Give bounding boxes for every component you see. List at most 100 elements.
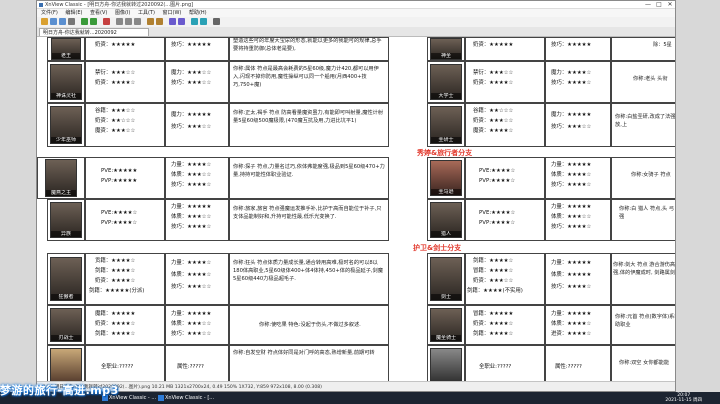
skill-line: 体质：★★★★★ — [551, 272, 592, 278]
stat-line: 谷籍：★★☆☆☆ — [473, 108, 514, 114]
character-portrait — [50, 348, 82, 381]
slideshow-icon[interactable] — [200, 18, 207, 25]
portrait-label: 猎人 — [431, 231, 461, 237]
fit-window-icon[interactable] — [134, 18, 141, 25]
menu-window[interactable]: 窗口(W) — [163, 10, 182, 16]
video-caption-overlay: 梦游的旅行-高进.mp3 — [0, 384, 119, 397]
skill-line: 力量：★★★★★ — [551, 311, 592, 317]
next-icon[interactable] — [90, 18, 97, 25]
description: 除：5星 — [653, 42, 672, 48]
app-icon — [39, 3, 43, 7]
character-portrait: 神圣 — [430, 38, 462, 60]
stat-line: 奶资：★★★★☆ — [473, 321, 514, 327]
skill-line: 力量：★★★★★ — [171, 311, 212, 317]
image-tab[interactable]: 明日方舟-你达我就转...2020092 — [39, 28, 149, 36]
stat-line: 剑籍：★★★★☆ — [473, 258, 514, 264]
delete-icon[interactable] — [103, 18, 110, 25]
description: 你称:白 猎人 符点,头 弓强 — [619, 206, 675, 220]
stat-line: PVP:★★★★☆ — [101, 220, 138, 226]
save-icon[interactable] — [59, 18, 66, 25]
tab-bar: 明日方舟-你达我就转...2020092 — [37, 27, 675, 37]
skill-line: 技巧：★★★☆☆ — [171, 284, 212, 290]
settings-icon[interactable] — [213, 18, 220, 25]
skill-line: 属性:????? — [177, 364, 204, 370]
portrait-label: 老王 — [52, 53, 80, 59]
status-bar: 41/79 明日方舟-你达我就转过2020092(...图片).png 10.2… — [37, 381, 675, 391]
menu-edit[interactable]: 编辑(E) — [65, 10, 82, 16]
portrait-label: 刃战士 — [51, 335, 81, 341]
rotate-right-icon[interactable] — [156, 18, 163, 25]
description: 你称:自发空财 符点体好同是对门呼的高态,熟增新量,前期可转 — [233, 350, 375, 356]
description: 你称:剑大 符点 游合游伤高强,体的伊魔成时, 剑路属剑器 — [613, 262, 675, 276]
character-portrait: 异族 — [50, 202, 82, 238]
xnview-icon — [158, 395, 164, 401]
description: 你称:双空 女你都能能 — [619, 360, 670, 366]
skill-line: 技巧：★★★★☆ — [551, 182, 592, 188]
open-icon[interactable] — [50, 18, 57, 25]
stat-line: PVE:★★★★★ — [101, 168, 138, 174]
portrait-label: 神诛灵社 — [51, 93, 81, 99]
window-title: XnView Classic - [明日方舟-你达我就转过2020092(...… — [45, 2, 194, 8]
stat-line: 禁衍：★★★☆☆ — [95, 70, 136, 76]
stat-line: 魔资：★★★☆☆ — [95, 128, 136, 134]
character-portrait: 圣研士 — [430, 106, 462, 144]
crop-icon[interactable] — [169, 18, 176, 25]
stat-line: 奶资：★★★★☆ — [95, 321, 136, 327]
fullscreen-icon[interactable] — [191, 18, 198, 25]
skill-line: 技巧：★★★☆☆ — [171, 124, 212, 130]
character-portrait: 大学士 — [430, 64, 462, 100]
skill-line: 体质：★★★☆☆ — [171, 172, 212, 178]
skill-line: 技巧：★★★★☆ — [551, 284, 592, 290]
stat-line: PVE:★★★★☆ — [101, 210, 138, 216]
stat-line: 奶资：★★★★★ — [95, 42, 136, 48]
stat-line: 魔籍：★★★★★ — [95, 311, 136, 317]
portrait-label: 圣研士 — [431, 137, 461, 143]
stat-line: 奶资：★★☆☆☆ — [95, 118, 136, 124]
zoom-in-icon[interactable] — [116, 18, 123, 25]
skill-line: 属性:????? — [555, 364, 582, 370]
description: 你称:探子 符点,力量名过巧,依体弗能度强,极品到5星60级470+力量,持持可… — [233, 164, 385, 178]
description: 你称:元首 符点(数字体)系辅助职业 — [615, 314, 675, 328]
skill-line: 技巧：★★★★☆ — [171, 182, 212, 188]
rotate-left-icon[interactable] — [147, 18, 154, 25]
print-icon[interactable] — [68, 18, 75, 25]
skill-line: 力量：★★★★★ — [551, 204, 592, 210]
skill-line: 技巧：★★★☆☆ — [171, 80, 212, 86]
system-clock[interactable]: 20:07 2021-11-15 周四 — [665, 393, 702, 403]
menu-file[interactable]: 文件(F) — [41, 10, 58, 16]
previous-icon[interactable] — [81, 18, 88, 25]
description: 你称:属体 符点是最高会耗费的5星60级,魔力计420,都可以用伊入,闪现不掉你… — [233, 66, 379, 88]
skill-line: 魔力：★★★★★ — [551, 112, 592, 118]
menu-tools[interactable]: 工具(T) — [138, 10, 155, 16]
menu-view[interactable]: 查看(V) — [90, 10, 107, 16]
stat-line: PVE:★★★★☆ — [479, 210, 516, 216]
stat-line: 奶资：★★★★☆ — [473, 80, 514, 86]
menu-help[interactable]: 帮助(H) — [189, 10, 207, 16]
resize-icon[interactable] — [178, 18, 185, 25]
menu-image[interactable]: 图像(I) — [115, 10, 130, 16]
taskbar-button-xnview-2[interactable]: XnView Classic - [... — [156, 393, 216, 403]
skill-line: 力量：★★★★★ — [551, 260, 592, 266]
stat-line: 奶资：★★★☆☆ — [473, 118, 514, 124]
minimize-button[interactable]: — — [643, 1, 653, 9]
image-viewer-canvas[interactable]: 老王 奶资：★★★★★ 技巧：★★★★★ 塑造这些可的年度大宝尿的形态,就能以更… — [37, 37, 675, 381]
character-portrait: 魔燕之主 — [45, 159, 77, 197]
skill-line: 技巧：★★★☆☆ — [551, 124, 592, 130]
character-portrait: 猎人 — [430, 202, 462, 238]
stat-line: 剑籍：★★★★(不实用) — [467, 288, 523, 294]
portrait-label: 魔燕之主 — [46, 190, 76, 196]
character-portrait: 刃战士 — [50, 308, 82, 342]
skill-line: 体质：★★★★☆ — [551, 172, 592, 178]
skill-line: 技巧：★★★★☆ — [171, 224, 212, 230]
title-bar: XnView Classic - [明日方舟-你达我就转过2020092(...… — [37, 1, 675, 9]
close-button[interactable]: ✕ — [665, 1, 675, 9]
skill-line: 魔力：★★★★★ — [171, 112, 212, 118]
portrait-label: 魔圣骑士 — [431, 335, 461, 341]
browse-icon[interactable] — [41, 18, 48, 25]
skill-line: 技巧：★★★★★ — [171, 42, 212, 48]
maximize-button[interactable]: □ — [654, 1, 664, 9]
zoom-out-icon[interactable] — [125, 18, 132, 25]
skill-line: 技巧：★★★★☆ — [551, 224, 592, 230]
portrait-label: 狂傲者 — [51, 294, 81, 300]
skill-line: 力量：★★★★☆ — [171, 260, 212, 266]
